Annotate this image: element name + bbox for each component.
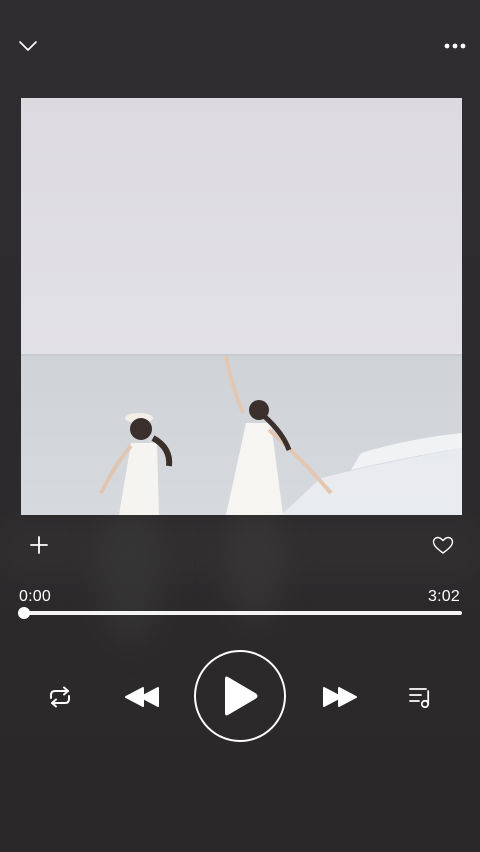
play-icon <box>225 676 258 716</box>
background-blur-figure-right <box>225 505 285 625</box>
progress-thumb[interactable] <box>18 607 30 619</box>
play-button[interactable] <box>194 650 286 742</box>
repeat-icon[interactable] <box>42 680 78 714</box>
skip-previous-icon[interactable] <box>120 680 164 714</box>
plus-icon[interactable] <box>24 530 54 560</box>
heart-outline-icon[interactable] <box>428 530 458 560</box>
total-time: 3:02 <box>428 588 460 605</box>
current-time: 0:00 <box>19 588 51 605</box>
background-blur-figure-left <box>95 505 165 645</box>
album-art <box>21 98 462 515</box>
chevron-down-icon[interactable] <box>12 32 44 60</box>
progress-track[interactable] <box>22 611 462 615</box>
top-bar <box>0 0 480 90</box>
queue-music-icon[interactable] <box>404 680 438 714</box>
more-horizontal-icon[interactable] <box>438 32 472 60</box>
skip-next-icon[interactable] <box>318 680 362 714</box>
